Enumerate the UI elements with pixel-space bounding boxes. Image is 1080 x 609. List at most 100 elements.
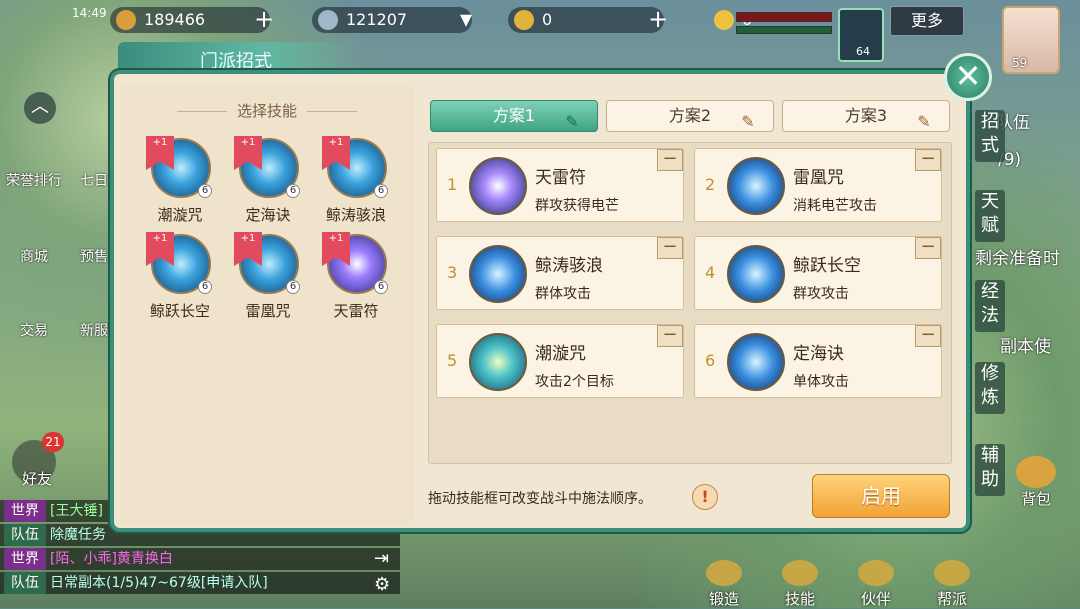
- menu-guild[interactable]: 帮派: [922, 560, 982, 608]
- menu-partner[interactable]: 伙伴: [846, 560, 906, 608]
- tab-cultivate[interactable]: 修炼: [975, 362, 1005, 414]
- chat-text: 除魔任务: [50, 527, 106, 543]
- menu-forge[interactable]: 锻造: [694, 560, 754, 608]
- tab-scheme-1[interactable]: 方案1 ✎: [430, 100, 598, 132]
- slot-number: 2: [705, 175, 716, 194]
- slot-number: 5: [447, 351, 458, 370]
- close-button[interactable]: ✕: [944, 53, 992, 101]
- skill-dinghaijue[interactable]: +1 6 定海诀: [230, 136, 306, 228]
- skills-icon: [782, 560, 818, 586]
- scheme-slot-5[interactable]: 5 潮漩咒 攻击2个目标 −: [436, 324, 684, 398]
- sidebar-item-trade[interactable]: 交易: [4, 320, 64, 340]
- chat-channel-tag: 队伍: [4, 524, 46, 546]
- skill-name: 潮漩咒: [157, 206, 203, 224]
- more-button[interactable]: 更多: [890, 6, 964, 36]
- menu-forge-label: 锻造: [708, 590, 739, 608]
- chat-channel-tag: 队伍: [4, 572, 46, 594]
- pet-portrait[interactable]: 64: [838, 8, 884, 62]
- tab-scheme-3[interactable]: 方案3 ✎: [782, 100, 950, 132]
- skill-name: 雷凰咒: [245, 302, 291, 320]
- mp-bar: [736, 26, 832, 34]
- skill-leihuangzhou[interactable]: +1 6 雷凰咒: [230, 232, 306, 324]
- tidal-skill-icon: [469, 245, 527, 303]
- top-bar: 14:49 189466 + 121207 ▾ 0 + 0 + 64 更多 59: [0, 0, 1080, 74]
- dungeon-text: 副本使: [1000, 337, 1051, 357]
- gem-counter: 0 +: [508, 6, 668, 33]
- skill-count: 6: [374, 184, 388, 198]
- remove-slot-button[interactable]: −: [915, 325, 941, 347]
- player-avatar[interactable]: 59: [1002, 6, 1060, 74]
- menu-skills[interactable]: 技能: [770, 560, 830, 608]
- remove-slot-button[interactable]: −: [657, 149, 683, 171]
- add-gold-button[interactable]: +: [250, 6, 278, 34]
- chat-channel-tag: 世界: [4, 548, 46, 570]
- slot-skill-name: 潮漩咒: [535, 344, 586, 364]
- remove-slot-button[interactable]: −: [657, 325, 683, 347]
- whale-skill-icon: [727, 245, 785, 303]
- slot-number: 6: [705, 351, 716, 370]
- scheme-slot-6[interactable]: 6 定海诀 单体攻击 −: [694, 324, 942, 398]
- player-level: 59: [1012, 56, 1028, 70]
- whirlpool-skill-icon: [469, 333, 527, 391]
- slot-skill-desc: 群体攻击: [535, 286, 591, 302]
- tab-scripture[interactable]: 经法: [975, 280, 1005, 332]
- prep-time-text: 剩余准备时: [975, 249, 1060, 269]
- slot-skill-desc: 群攻攻击: [793, 286, 849, 302]
- hp-bar: [736, 12, 832, 22]
- info-exclamation-icon[interactable]: !: [692, 484, 718, 510]
- add-gem-button[interactable]: +: [644, 6, 672, 34]
- remove-slot-button[interactable]: −: [657, 237, 683, 259]
- slot-skill-desc: 消耗电芒攻击: [793, 198, 877, 214]
- slot-skill-desc: 群攻获得电芒: [535, 198, 619, 214]
- skill-chaoxuanzhou[interactable]: +1 6 潮漩咒: [142, 136, 218, 228]
- skill-count: 6: [286, 184, 300, 198]
- collapse-up-icon[interactable]: ︿: [24, 92, 56, 124]
- settings-gear-icon[interactable]: ⚙: [374, 574, 390, 595]
- tab-talent[interactable]: 天赋: [975, 190, 1005, 242]
- tab-label: 方案2: [668, 106, 712, 125]
- logout-icon[interactable]: ⇥: [374, 548, 389, 569]
- pet-level: 64: [856, 45, 870, 58]
- skill-name: 鲸涛骇浪: [325, 206, 386, 224]
- slot-skill-name: 鲸涛骇浪: [535, 256, 603, 276]
- edit-pen-icon[interactable]: ✎: [561, 107, 583, 131]
- chat-line[interactable]: 世界 [陌、小乖]黄青换白: [0, 548, 400, 570]
- select-skill-title: 选择技能: [120, 100, 414, 121]
- gold-value: 189466: [144, 10, 206, 29]
- chat-text: [陌、小乖]黄青换白: [50, 551, 173, 567]
- menu-guild-label: 帮派: [936, 590, 967, 608]
- scheme-slot-3[interactable]: 3 鲸涛骇浪 群体攻击 −: [436, 236, 684, 310]
- slot-skill-desc: 攻击2个目标: [535, 374, 614, 390]
- skill-name: 鲸跃长空: [149, 302, 210, 320]
- tab-moves[interactable]: 招式: [975, 110, 1005, 162]
- remove-slot-button[interactable]: −: [915, 237, 941, 259]
- tab-scheme-2[interactable]: 方案2 ✎: [606, 100, 774, 132]
- clock: 14:49: [72, 6, 107, 20]
- scheme-slot-1[interactable]: 1 天雷符 群攻获得电芒 −: [436, 148, 684, 222]
- skill-jingtaohailang[interactable]: +1 6 鲸涛骇浪: [318, 136, 394, 228]
- scheme-slot-2[interactable]: 2 雷凰咒 消耗电芒攻击 −: [694, 148, 942, 222]
- silver-dropdown-button[interactable]: ▾: [452, 6, 480, 34]
- edit-pen-icon[interactable]: ✎: [737, 107, 759, 131]
- sidebar-item-shop[interactable]: 商城: [4, 246, 64, 266]
- tab-label: 方案3: [844, 106, 888, 125]
- skill-tianleifu[interactable]: +1 6 天雷符: [318, 232, 394, 324]
- skill-count: 6: [198, 184, 212, 198]
- remove-slot-button[interactable]: −: [915, 149, 941, 171]
- edit-pen-icon[interactable]: ✎: [913, 107, 935, 131]
- bag-label: 背包: [1020, 490, 1051, 508]
- tab-assist[interactable]: 辅助: [975, 444, 1005, 496]
- friends-button[interactable]: 好友 21: [12, 432, 64, 488]
- menu-partner-label: 伙伴: [860, 590, 891, 608]
- slot-number: 3: [447, 263, 458, 282]
- tab-label: 方案1: [492, 106, 536, 125]
- silver-counter: 121207 ▾: [312, 6, 472, 33]
- chat-line[interactable]: 队伍 日常副本(1/5)47~67级[申请入队]: [0, 572, 400, 594]
- enable-button[interactable]: 启用: [812, 474, 950, 518]
- scheme-slot-4[interactable]: 4 鲸跃长空 群攻攻击 −: [694, 236, 942, 310]
- skill-jingyuechangkong[interactable]: +1 6 鲸跃长空: [142, 232, 218, 324]
- guild-icon: [934, 560, 970, 586]
- bag-button[interactable]: 背包: [1008, 456, 1064, 512]
- slot-skill-name: 鲸跃长空: [793, 256, 861, 276]
- sidebar-item-honor[interactable]: 荣誉排行: [4, 170, 64, 190]
